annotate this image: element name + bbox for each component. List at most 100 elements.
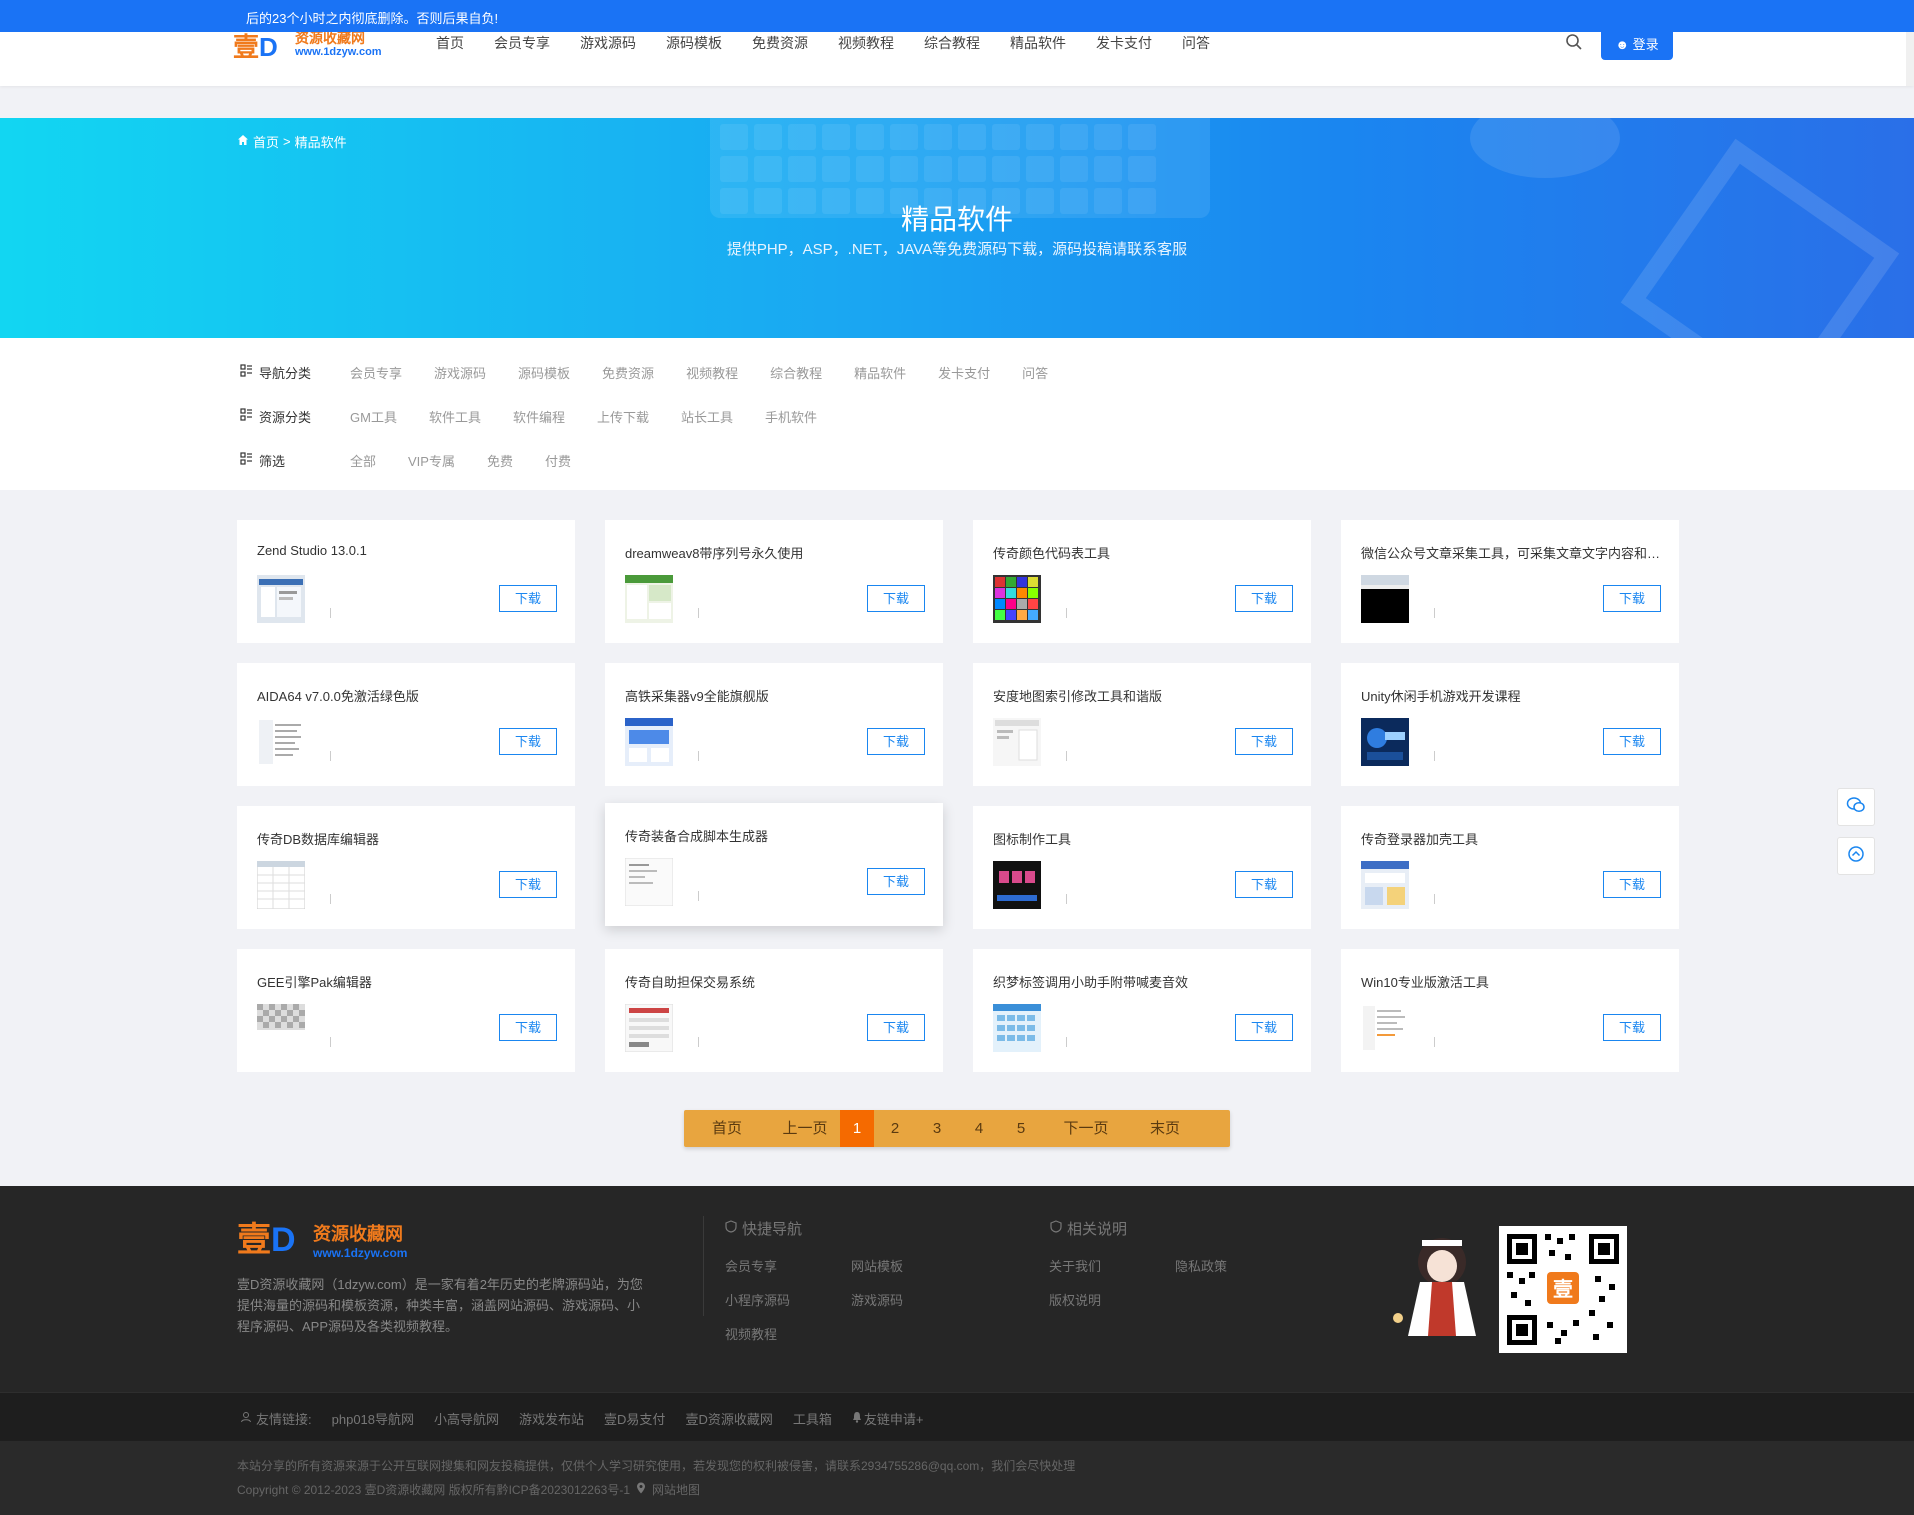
scrollbar[interactable] xyxy=(1906,32,1914,86)
back-to-top-button[interactable] xyxy=(1837,837,1875,875)
friend-link[interactable]: 小高导航网 xyxy=(434,1409,499,1428)
download-button[interactable]: 下载 xyxy=(1235,585,1293,612)
resource-card[interactable]: GEE引擎Pak编辑器 下载 xyxy=(237,949,575,1072)
resource-card[interactable]: 传奇颜色代码表工具 下载 xyxy=(973,520,1311,643)
download-button[interactable]: 下载 xyxy=(1603,871,1661,898)
resource-card[interactable]: 传奇装备合成脚本生成器 下载 xyxy=(605,803,943,926)
nav-item-vip[interactable]: 会员专享 xyxy=(494,32,550,56)
card-thumbnail[interactable] xyxy=(256,860,306,910)
page-number[interactable]: 2 xyxy=(874,1110,916,1147)
nav-item-qa[interactable]: 问答 xyxy=(1182,32,1210,56)
resource-card[interactable]: 传奇DB数据库编辑器 下载 xyxy=(237,806,575,929)
filter-nav-item[interactable]: 免费资源 xyxy=(602,363,654,382)
friend-link[interactable]: 游戏发布站 xyxy=(519,1409,584,1428)
card-title[interactable]: 织梦标签调用小助手附带喊麦音效 xyxy=(993,972,1293,991)
resource-card[interactable]: 织梦标签调用小助手附带喊麦音效 下载 xyxy=(973,949,1311,1072)
filter-nav-item[interactable]: 源码模板 xyxy=(518,363,570,382)
filter-nav-item[interactable]: 视频教程 xyxy=(686,363,738,382)
card-thumbnail[interactable] xyxy=(624,1003,674,1053)
filter-resource-item[interactable]: GM工具 xyxy=(350,407,397,426)
site-logo[interactable]: 壹D 资源收藏网 www.1dzyw.com xyxy=(233,30,383,62)
login-button[interactable]: ☻ 登录 xyxy=(1601,32,1673,60)
card-thumbnail[interactable] xyxy=(1361,861,1409,909)
download-button[interactable]: 下载 xyxy=(1235,728,1293,755)
resource-card[interactable]: 传奇自助担保交易系统 下载 xyxy=(605,949,943,1072)
card-thumbnail[interactable] xyxy=(625,718,673,766)
page-next[interactable]: 下一页 xyxy=(1042,1110,1130,1147)
card-title[interactable]: Zend Studio 13.0.1 xyxy=(257,543,557,558)
card-thumbnail[interactable] xyxy=(625,575,673,623)
card-thumbnail[interactable] xyxy=(257,1004,305,1052)
page-number[interactable]: 4 xyxy=(958,1110,1000,1147)
filter-nav-item[interactable]: 综合教程 xyxy=(770,363,822,382)
page-number[interactable]: 5 xyxy=(1000,1110,1042,1147)
card-title[interactable]: 传奇登录器加壳工具 xyxy=(1361,829,1661,848)
footer-link[interactable]: 游戏源码 xyxy=(851,1290,903,1309)
card-thumbnail[interactable] xyxy=(1361,575,1409,623)
resource-card[interactable]: AIDA64 v7.0.0免激活绿色版 下载 xyxy=(237,663,575,786)
download-button[interactable]: 下载 xyxy=(1603,1014,1661,1041)
resource-card[interactable]: Win10专业版激活工具 下载 xyxy=(1341,949,1679,1072)
card-thumbnail[interactable] xyxy=(1361,1004,1409,1052)
download-button[interactable]: 下载 xyxy=(499,871,557,898)
download-button[interactable]: 下载 xyxy=(1235,871,1293,898)
card-title[interactable]: 微信公众号文章采集工具，可采集文章文字内容和图片 xyxy=(1361,543,1661,562)
filter-nav-item[interactable]: 会员专享 xyxy=(350,363,402,382)
resource-card[interactable]: dreamweav8带序列号永久使用 下载 xyxy=(605,520,943,643)
card-thumbnail[interactable] xyxy=(257,575,305,623)
nav-item-game-source[interactable]: 游戏源码 xyxy=(580,32,636,56)
friend-link[interactable]: php018导航网 xyxy=(332,1409,414,1428)
nav-item-video[interactable]: 视频教程 xyxy=(838,32,894,56)
filter-nav-item[interactable]: 发卡支付 xyxy=(938,363,990,382)
filter-screen-item[interactable]: 免费 xyxy=(487,451,513,470)
filter-resource-item[interactable]: 手机软件 xyxy=(765,407,817,426)
resource-card[interactable]: 安度地图索引修改工具和谐版 下载 xyxy=(973,663,1311,786)
nav-item-home[interactable]: 首页 xyxy=(436,32,464,56)
download-button[interactable]: 下载 xyxy=(499,1014,557,1041)
card-title[interactable]: Unity休闲手机游戏开发课程 xyxy=(1361,686,1661,705)
chat-button[interactable] xyxy=(1837,788,1875,826)
footer-logo[interactable]: 壹D 资源收藏网 www.1dzyw.com xyxy=(237,1220,407,1260)
card-thumbnail[interactable] xyxy=(624,857,674,907)
friend-link[interactable]: 工具箱 xyxy=(793,1409,832,1428)
friend-link[interactable]: 壹D易支付 xyxy=(604,1409,665,1428)
nav-item-payment[interactable]: 发卡支付 xyxy=(1096,32,1152,56)
resource-card[interactable]: 图标制作工具 下载 xyxy=(973,806,1311,929)
card-title[interactable]: 传奇自助担保交易系统 xyxy=(625,972,925,991)
download-button[interactable]: 下载 xyxy=(867,585,925,612)
card-thumbnail[interactable] xyxy=(1361,718,1409,766)
card-title[interactable]: 高铁采集器v9全能旗舰版 xyxy=(625,686,925,705)
resource-card[interactable]: 传奇登录器加壳工具 下载 xyxy=(1341,806,1679,929)
card-thumbnail[interactable] xyxy=(993,575,1041,623)
page-first[interactable]: 首页 xyxy=(684,1110,770,1147)
download-button[interactable]: 下载 xyxy=(867,728,925,755)
download-button[interactable]: 下载 xyxy=(499,585,557,612)
card-title[interactable]: 传奇DB数据库编辑器 xyxy=(257,829,557,848)
friend-link[interactable]: 壹D资源收藏网 xyxy=(685,1409,772,1428)
card-thumbnail[interactable] xyxy=(993,1004,1041,1052)
filter-nav-item[interactable]: 问答 xyxy=(1022,363,1048,382)
filter-resource-item[interactable]: 站长工具 xyxy=(681,407,733,426)
resource-card[interactable]: 高铁采集器v9全能旗舰版 下载 xyxy=(605,663,943,786)
footer-link[interactable]: 小程序源码 xyxy=(725,1290,790,1309)
download-button[interactable]: 下载 xyxy=(1235,1014,1293,1041)
filter-nav-item[interactable]: 精品软件 xyxy=(854,363,906,382)
apply-link[interactable]: 友链申请+ xyxy=(864,1409,924,1428)
filter-screen-item[interactable]: VIP专属 xyxy=(408,451,455,470)
download-button[interactable]: 下载 xyxy=(867,868,925,895)
card-title[interactable]: 传奇颜色代码表工具 xyxy=(993,543,1293,562)
resource-card[interactable]: Unity休闲手机游戏开发课程 下载 xyxy=(1341,663,1679,786)
card-thumbnail[interactable] xyxy=(993,861,1041,909)
card-title[interactable]: GEE引擎Pak编辑器 xyxy=(257,972,557,991)
footer-link[interactable]: 网站模板 xyxy=(851,1256,903,1275)
nav-item-tutorials[interactable]: 综合教程 xyxy=(924,32,980,56)
download-button[interactable]: 下载 xyxy=(1603,728,1661,755)
breadcrumb-home[interactable]: 首页 xyxy=(253,132,279,151)
filter-screen-item[interactable]: 全部 xyxy=(350,451,376,470)
search-icon[interactable] xyxy=(1565,33,1585,53)
footer-link[interactable]: 关于我们 xyxy=(1049,1256,1101,1275)
card-title[interactable]: 传奇装备合成脚本生成器 xyxy=(625,826,925,845)
footer-link[interactable]: 视频教程 xyxy=(725,1324,777,1343)
footer-link[interactable]: 版权说明 xyxy=(1049,1290,1101,1309)
footer-link[interactable]: 会员专享 xyxy=(725,1256,777,1275)
